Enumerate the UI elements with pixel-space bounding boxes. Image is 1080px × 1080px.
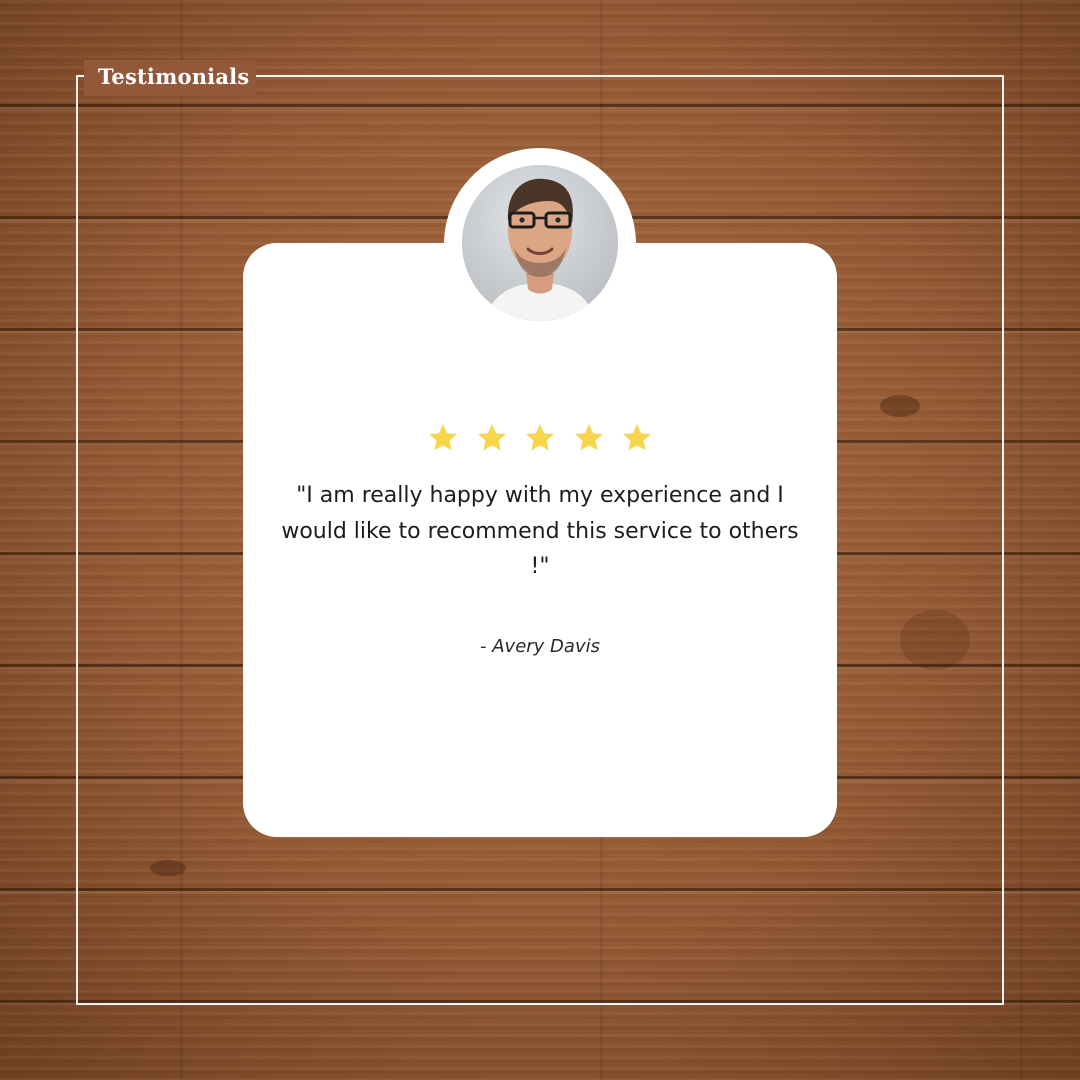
star-icon	[621, 422, 653, 454]
star-icon	[573, 422, 605, 454]
avatar	[462, 165, 618, 321]
star-icon	[476, 422, 508, 454]
star-icon	[524, 422, 556, 454]
star-rating	[427, 420, 653, 456]
testimonial-author: - Avery Davis	[480, 636, 600, 657]
testimonial-quote: "I am really happy with my experience an…	[281, 483, 799, 579]
avatar-portrait-icon	[462, 165, 618, 321]
star-icon	[427, 422, 459, 454]
page-title: Testimonials	[98, 64, 250, 89]
